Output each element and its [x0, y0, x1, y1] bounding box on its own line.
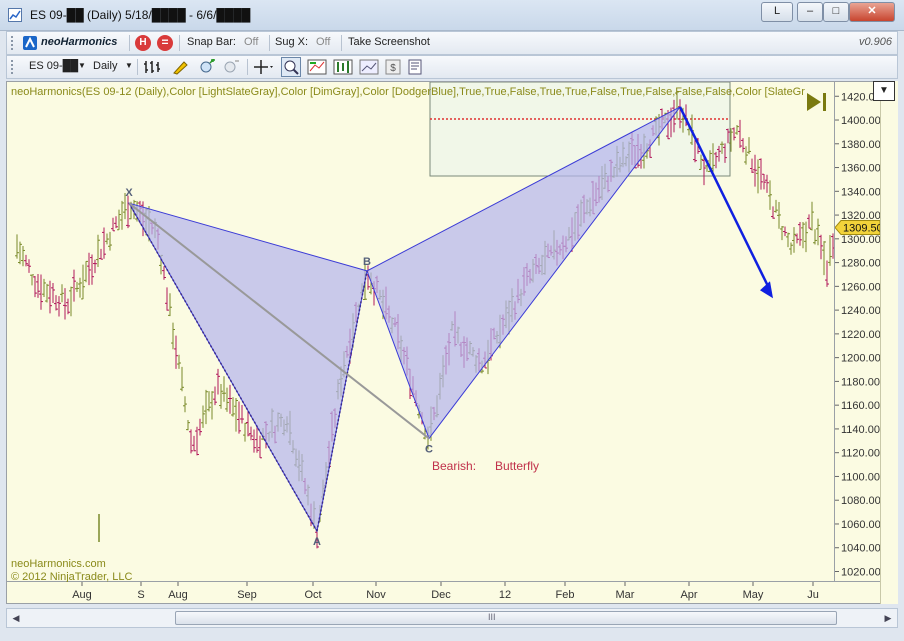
price-tick-label: 1060.00: [841, 519, 880, 531]
chart-toolbar: ES 09-██ ▼ Daily ▼ $: [6, 55, 898, 79]
time-tick-label: Dec: [431, 589, 451, 601]
toolbar-divider: [137, 59, 138, 75]
scroll-grip: III: [488, 612, 496, 622]
time-tick-label: Feb: [556, 589, 575, 601]
sug-x-value[interactable]: Off: [316, 36, 330, 48]
price-tick-label: 1360.00: [841, 163, 880, 175]
toolbar-divider: [341, 35, 342, 51]
price-tick-label: 1180.00: [841, 376, 880, 388]
title-bar: ES 09-██ (Daily) 5/18/████ - 6/6/████ L …: [0, 0, 904, 31]
price-tick-label: 1140.00: [841, 424, 880, 436]
chart-right-strip: ▼: [873, 81, 898, 604]
window-title: ES 09-██ (Daily) 5/18/████ - 6/6/████: [30, 8, 251, 22]
price-tick-label: 1280.00: [841, 258, 880, 270]
chart-menu-dropdown-icon[interactable]: ▼: [873, 81, 895, 101]
price-tick-label: 1300.00: [841, 234, 880, 246]
version-label: v0.906: [859, 36, 893, 48]
scroll-thumb[interactable]: III: [175, 611, 837, 625]
time-tick-label: Aug: [72, 589, 92, 601]
price-axis-svg: 1420.001400.001380.001360.001340.001320.…: [835, 91, 880, 578]
toolbar-divider: [129, 35, 130, 51]
toolbar-grip[interactable]: [11, 36, 16, 50]
horizontal-scrollbar[interactable]: ◀ III ▶: [6, 608, 898, 628]
snap-bar-value[interactable]: Off: [244, 36, 258, 48]
time-tick-label: Mar: [616, 589, 635, 601]
svg-text:$: $: [390, 63, 396, 74]
currency-icon[interactable]: $: [385, 59, 401, 75]
price-axis[interactable]: 1420.00 1400.00 1380.00 1360.00 1340.00 1320.…: [835, 81, 880, 582]
point-x-label: X: [125, 187, 133, 199]
neoharmonics-toolbar: neoHarmonics H = Snap Bar: Off Sug X: Of…: [6, 31, 898, 55]
neoharmonics-logo-icon: [23, 36, 37, 50]
crosshair-icon[interactable]: [253, 59, 275, 75]
zoom-out-icon[interactable]: [223, 59, 241, 75]
strategies-icon[interactable]: [333, 59, 353, 75]
point-c-label: C: [425, 443, 433, 455]
toolbar-divider: [269, 35, 270, 51]
time-tick-label: Sep: [237, 589, 257, 601]
price-chart-panel[interactable]: X A B C Bearish: Butterfly neoHarmonics(ES 09…: [6, 81, 835, 583]
point-a-label: A: [313, 536, 321, 548]
toolbar-divider: [247, 59, 248, 75]
time-tick-label: Apr: [680, 589, 697, 601]
scroll-left-icon[interactable]: ◀: [9, 611, 23, 625]
time-tick-label: May: [743, 589, 764, 601]
brand-label: neoHarmonics: [41, 36, 118, 48]
price-tick-label: 1380.00: [841, 139, 880, 151]
magnifier-icon[interactable]: [281, 57, 301, 77]
price-tick-label: 1160.00: [841, 400, 880, 412]
data-series-icon[interactable]: [359, 59, 379, 75]
time-axis-svg: Aug S Aug Sep Oct Nov Dec 12 Feb Mar Apr May Ju: [72, 582, 819, 601]
price-tick-label: 1400.00: [841, 115, 880, 127]
watermark-site: neoHarmonics.com: [11, 558, 106, 570]
price-tick-label: 1040.00: [841, 543, 880, 555]
price-tick-label: 1120.00: [841, 448, 880, 460]
time-tick-label: Nov: [366, 589, 386, 601]
time-tick-label: Aug: [168, 589, 188, 601]
price-tick-label: 1240.00: [841, 305, 880, 317]
current-price-label: 1309.50: [843, 223, 880, 235]
chart-app-icon: [8, 8, 22, 22]
bar-style-icon[interactable]: [143, 59, 165, 75]
take-screenshot-button[interactable]: Take Screenshot: [348, 36, 430, 48]
zoom-in-icon[interactable]: [199, 59, 217, 75]
price-tick-label: 1220.00: [841, 329, 880, 341]
time-tick-label: 12: [499, 589, 511, 601]
instrument-dropdown-icon[interactable]: ▼: [78, 61, 86, 70]
snap-bar-label: Snap Bar:: [187, 36, 236, 48]
indicator-label: neoHarmonics(ES 09-12 (Daily),Color [Lig…: [11, 86, 805, 98]
period-selector[interactable]: Daily: [93, 60, 117, 72]
pattern-name-label: Butterfly: [495, 459, 539, 473]
sug-x-label: Sug X:: [275, 36, 309, 48]
toolbar-divider: [179, 35, 180, 51]
minimize-button[interactable]: –: [797, 2, 823, 22]
close-button[interactable]: ✕: [849, 2, 895, 22]
time-axis[interactable]: Aug S Aug Sep Oct Nov Dec 12 Feb Mar Apr May Ju: [6, 582, 880, 604]
equals-button[interactable]: =: [157, 35, 173, 51]
price-tick-label: 1260.00: [841, 281, 880, 293]
time-tick-label: Ju: [807, 589, 819, 601]
period-dropdown-icon[interactable]: ▼: [125, 61, 133, 70]
link-l-button[interactable]: L: [761, 2, 793, 22]
time-tick-label: Oct: [304, 589, 321, 601]
scroll-right-icon[interactable]: ▶: [881, 611, 895, 625]
maximize-button[interactable]: □: [823, 2, 849, 22]
price-tick-label: 1020.00: [841, 566, 880, 578]
indicators-icon[interactable]: [307, 59, 327, 75]
instrument-selector[interactable]: ES 09-██: [29, 60, 78, 72]
toolbar-grip[interactable]: [11, 60, 16, 74]
price-tick-label: 1200.00: [841, 353, 880, 365]
pattern-direction-label: Bearish:: [432, 459, 476, 473]
price-chart-svg[interactable]: X A B C Bearish: Butterfly: [7, 82, 834, 581]
price-tick-label: 1080.00: [841, 495, 880, 507]
time-tick-label: S: [137, 589, 144, 601]
properties-icon[interactable]: [407, 59, 423, 75]
h-button[interactable]: H: [135, 35, 151, 51]
go-to-end-icon[interactable]: [805, 91, 829, 113]
pencil-draw-icon[interactable]: [171, 59, 193, 75]
xab-triangle: [127, 202, 368, 533]
price-tick-label: 1340.00: [841, 186, 880, 198]
price-tick-label: 1100.00: [841, 471, 880, 483]
point-b-label: B: [363, 256, 371, 268]
